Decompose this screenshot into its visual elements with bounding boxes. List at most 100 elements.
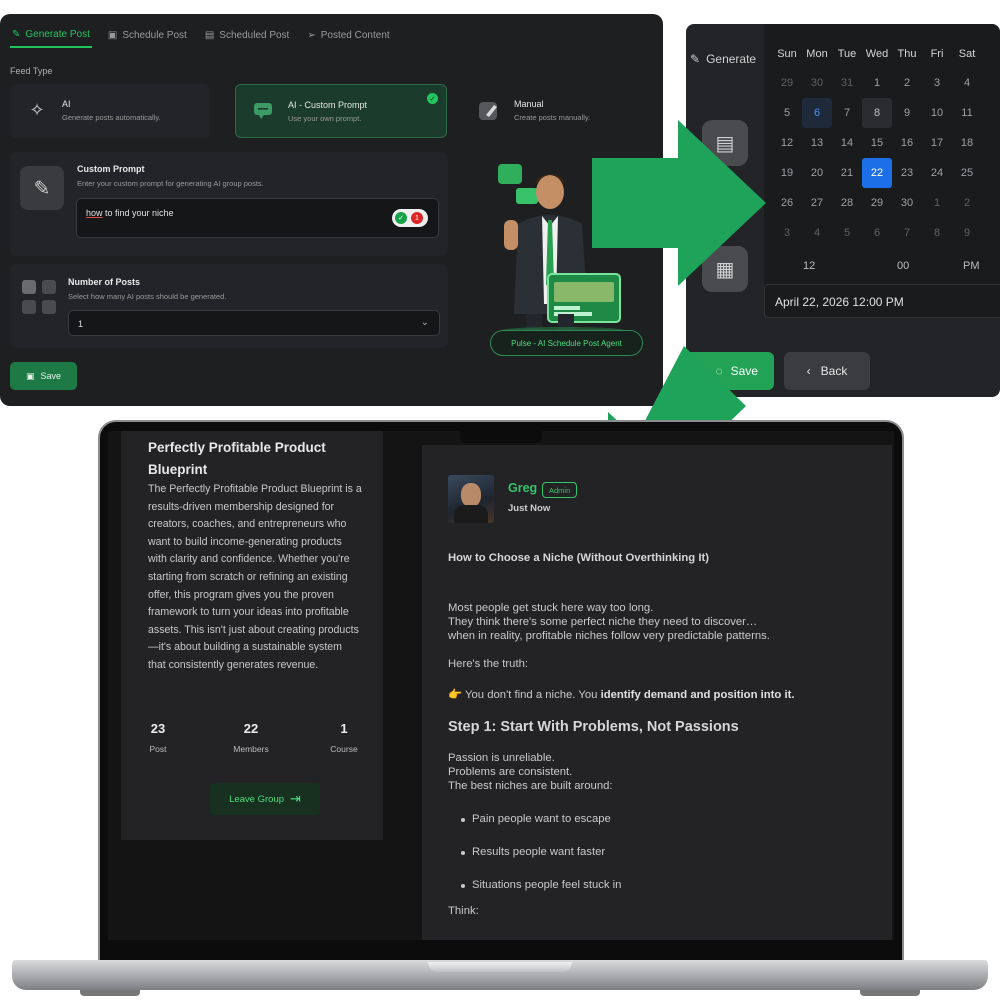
calendar-day[interactable]: 11 (952, 98, 982, 128)
custom-prompt-title: Custom Prompt (77, 164, 145, 174)
calendar-day[interactable]: 29 (862, 188, 892, 218)
post-line: They think there's some perfect niche th… (448, 616, 758, 628)
save-button[interactable]: ▣ Save (10, 362, 77, 390)
date-picker: Sun Mon Tue Wed Thu Fri Sat 29 30 31 1 2 3 4 5 6 7 8 9 10 11… (764, 24, 1000, 292)
feed-option-ai-custom-prompt[interactable]: AI - Custom Prompt Use your own prompt. … (235, 84, 447, 138)
calendar-day[interactable]: 8 (862, 98, 892, 128)
calendar-day[interactable]: 18 (952, 128, 982, 158)
calendar-day[interactable]: 27 (802, 188, 832, 218)
arrow-right-icon (592, 120, 766, 286)
datetime-input[interactable]: April 22, 2026 12:00 PM (764, 284, 1000, 318)
calendar-day[interactable]: 28 (832, 188, 862, 218)
calendar-day[interactable]: 7 (832, 98, 862, 128)
calendar-day[interactable]: 25 (952, 158, 982, 188)
pen-icon: ✎ (20, 166, 64, 210)
post-author[interactable]: Greg (508, 481, 537, 495)
calendar-day[interactable]: 20 (802, 158, 832, 188)
prompt-rest: to find your niche (102, 208, 174, 218)
calendar-day[interactable]: 17 (922, 128, 952, 158)
calendar-day[interactable]: 6 (862, 218, 892, 248)
calendar-icon: ▣ (107, 29, 118, 41)
bullet-item: Pain people want to escape (472, 813, 611, 825)
time-period[interactable]: PM (963, 260, 980, 272)
laptop-foot (860, 990, 920, 996)
calendar-day[interactable]: 6 (802, 98, 832, 128)
pencil-icon: ✎ (12, 28, 21, 40)
calendar-day[interactable]: 3 (772, 218, 802, 248)
stat-label: Post (149, 744, 167, 754)
weekday-header: Fri (930, 48, 944, 60)
calendar-day[interactable]: 26 (772, 188, 802, 218)
exit-icon: ⇥ (290, 791, 301, 806)
stat-value: 23 (150, 721, 166, 736)
avatar[interactable] (448, 475, 494, 523)
calendar-check-icon: ▤ (204, 29, 215, 41)
save-icon: ▣ (25, 370, 35, 381)
calendar-day[interactable]: 2 (952, 188, 982, 218)
post-line: when in reality, profitable niches follo… (448, 630, 770, 642)
calendar-day[interactable]: 2 (892, 68, 922, 98)
feed-option-title: AI - Custom Prompt (288, 100, 368, 110)
pointing-hand-icon: 👉 (448, 689, 463, 701)
calendar-day[interactable]: 15 (862, 128, 892, 158)
back-button[interactable]: ‹ Back (784, 352, 870, 390)
calendar-day[interactable]: 10 (922, 98, 952, 128)
calendar-day[interactable]: 30 (892, 188, 922, 218)
stat-label: Members (233, 744, 269, 754)
leave-group-button[interactable]: Leave Group ⇥ (210, 783, 320, 815)
calendar-day[interactable]: 19 (772, 158, 802, 188)
calendar-day[interactable]: 5 (832, 218, 862, 248)
post-insight: 👉 You don't find a niche. You identify d… (448, 688, 795, 701)
calendar-day[interactable]: 8 (922, 218, 952, 248)
calendar-day[interactable]: 1 (862, 68, 892, 98)
calendar-day[interactable]: 22 (862, 158, 892, 188)
weekday-header: Tue (837, 48, 857, 60)
grammar-badge[interactable]: ✓ 1 (392, 209, 428, 227)
calendar-day[interactable]: 21 (832, 158, 862, 188)
post-heading: How to Choose a Niche (Without Overthink… (448, 552, 709, 564)
calendar-day[interactable]: 1 (922, 188, 952, 218)
bullet-dot (461, 884, 465, 888)
time-minute[interactable]: 00 (897, 260, 909, 272)
pencil-icon: ✎ (690, 52, 701, 66)
calendar-day[interactable]: 13 (802, 128, 832, 158)
edit-icon (476, 97, 502, 123)
calendar-day[interactable]: 4 (952, 68, 982, 98)
feed-option-ai[interactable]: ✧ AI Generate posts automatically. (10, 84, 210, 138)
group-description: The Perfectly Profitable Product Bluepri… (148, 483, 362, 671)
generate-tab[interactable]: ✎ Generate (690, 52, 756, 66)
calendar-day[interactable]: 5 (772, 98, 802, 128)
calendar-day[interactable]: 12 (772, 128, 802, 158)
calendar-day[interactable]: 14 (832, 128, 862, 158)
stat-course: 1 Course (309, 721, 379, 754)
tab-scheduled-post[interactable]: ▤ Scheduled Post (203, 22, 292, 48)
number-of-posts-select[interactable]: 1 ⌄ (68, 310, 440, 336)
calendar-day[interactable]: 24 (922, 158, 952, 188)
chevron-down-icon: ⌄ (420, 317, 429, 328)
tab-label: Schedule Post (122, 29, 187, 41)
calendar-day[interactable]: 30 (802, 68, 832, 98)
custom-prompt-value: how to find your niche (86, 208, 174, 218)
calendar-day[interactable]: 4 (802, 218, 832, 248)
calendar-day[interactable]: 16 (892, 128, 922, 158)
calendar-day[interactable]: 7 (892, 218, 922, 248)
calendar-day[interactable]: 3 (922, 68, 952, 98)
stat-value: 1 (340, 721, 348, 736)
calendar-day[interactable]: 9 (952, 218, 982, 248)
feed-option-desc: Generate posts automatically. (62, 113, 161, 122)
number-of-posts-title: Number of Posts (68, 277, 141, 287)
tab-posted-content[interactable]: ➢ Posted Content (305, 22, 391, 48)
custom-prompt-input[interactable]: how to find your niche ✓ 1 (76, 198, 439, 238)
tab-label: Generate Post (25, 28, 90, 40)
calendar-day[interactable]: 9 (892, 98, 922, 128)
generate-label: Generate (706, 52, 757, 66)
time-hour[interactable]: 12 (803, 260, 815, 272)
tab-generate-post[interactable]: ✎ Generate Post (10, 22, 92, 48)
tab-schedule-post[interactable]: ▣ Schedule Post (106, 22, 189, 48)
grammar-icon: ✓ (395, 212, 407, 224)
stat-posts: 23 Post (123, 721, 193, 754)
back-label: Back (820, 364, 848, 378)
calendar-day[interactable]: 23 (892, 158, 922, 188)
calendar-day[interactable]: 31 (832, 68, 862, 98)
calendar-day[interactable]: 29 (772, 68, 802, 98)
